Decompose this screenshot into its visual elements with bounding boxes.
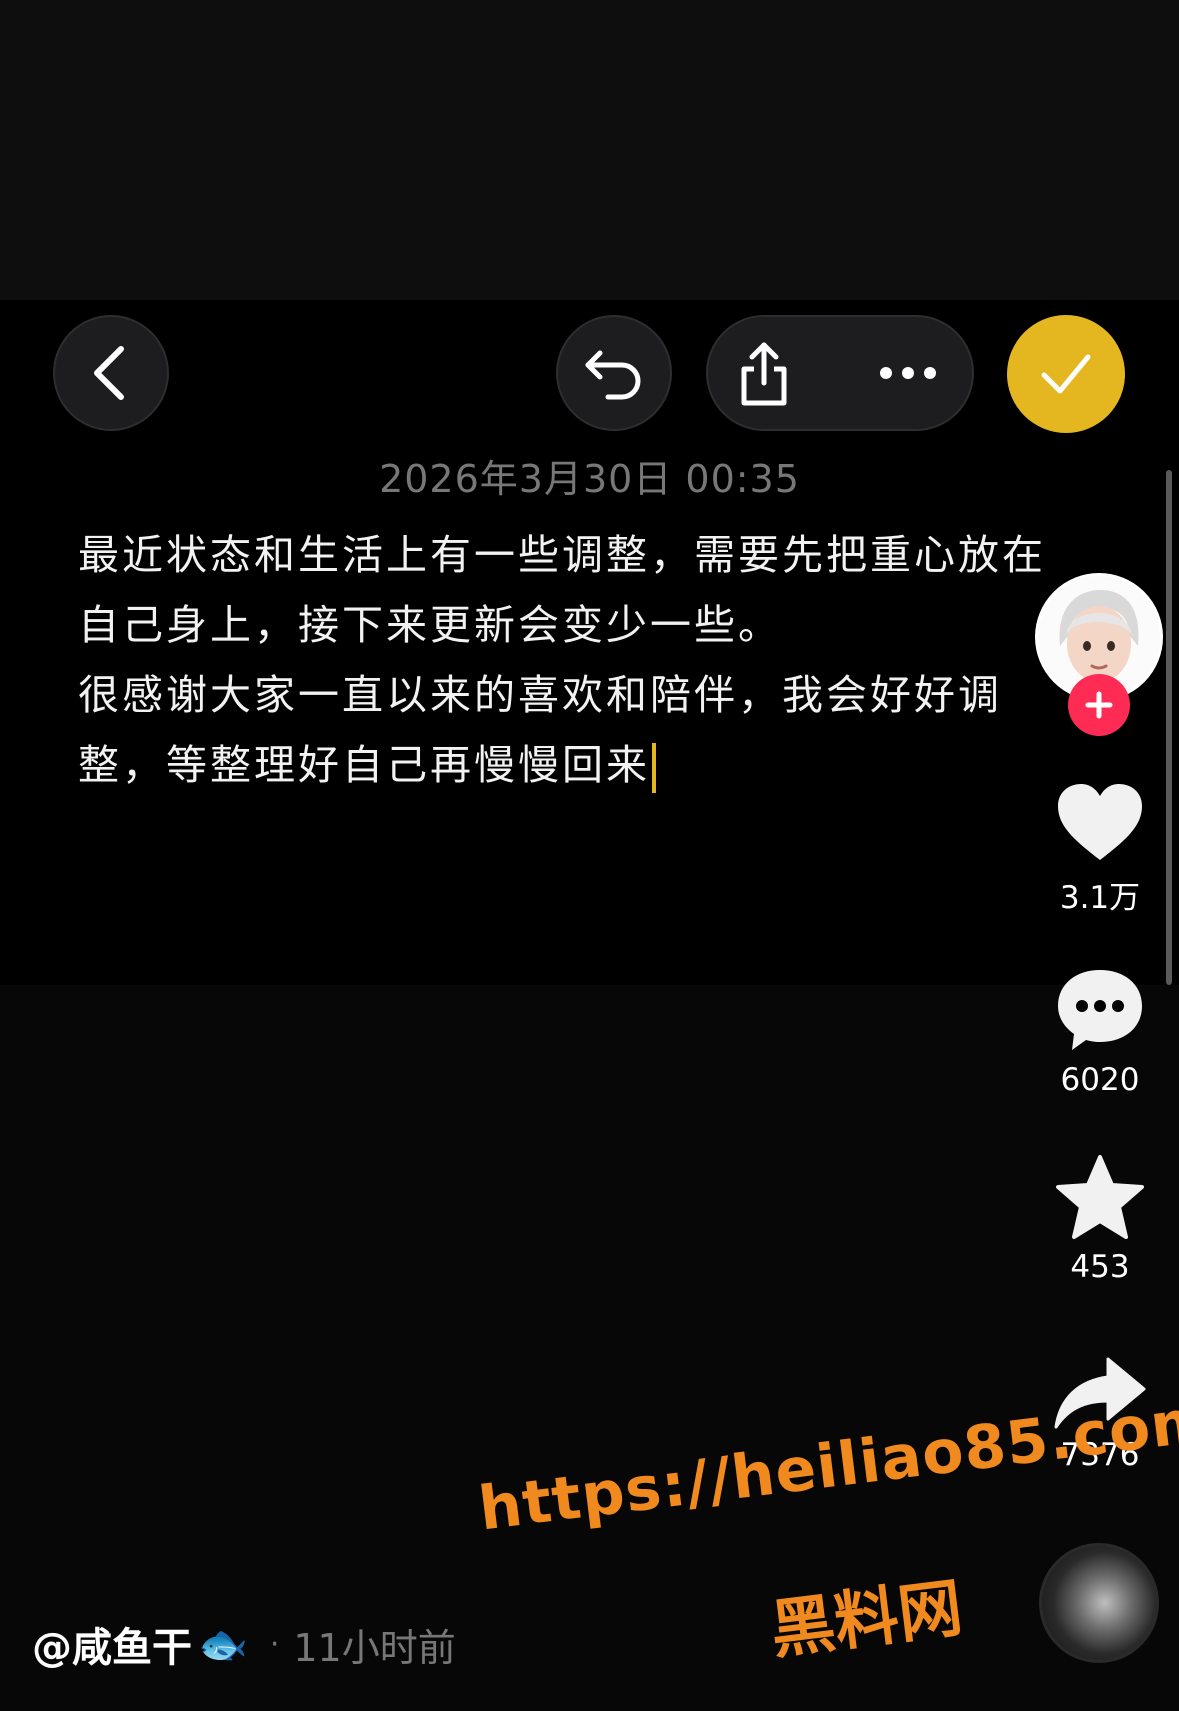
share-more-group	[706, 315, 974, 431]
note-date: 2026年3月30日 00:35	[379, 457, 800, 501]
author-line: @咸鱼干 🐟 · 11小时前	[32, 1615, 456, 1673]
author-name[interactable]: @咸鱼干	[32, 1615, 192, 1673]
fish-emoji: 🐟	[198, 1621, 248, 1668]
more-icon	[880, 367, 936, 379]
status-area	[0, 0, 1179, 300]
separator-dot: ·	[269, 1626, 280, 1662]
favorite-button[interactable]: 453	[1048, 1153, 1152, 1285]
back-icon	[94, 346, 124, 400]
undo-button[interactable]	[556, 315, 672, 431]
music-disc[interactable]	[1039, 1543, 1159, 1663]
favorite-count: 453	[1070, 1249, 1130, 1285]
comment-button[interactable]: 6020	[1048, 966, 1152, 1098]
comment-icon	[1058, 970, 1142, 1050]
more-button[interactable]	[878, 361, 938, 389]
note-line: 最近状态和生活上有一些调整，需要先把重心放在	[78, 531, 1046, 579]
undo-icon	[585, 350, 641, 400]
like-button[interactable]: 3.1万	[1048, 780, 1152, 917]
like-count: 3.1万	[1059, 880, 1141, 916]
confirm-button[interactable]	[1007, 315, 1125, 433]
watermark-text: 黑料网	[766, 1571, 967, 1669]
check-icon	[1041, 354, 1091, 394]
watermark-url: https://heiliao85.com	[475, 1384, 1179, 1545]
post-time: 11小时前	[293, 1625, 456, 1670]
text-cursor	[652, 743, 656, 793]
share-icon	[741, 342, 787, 406]
note-body[interactable]: 最近状态和生活上有一些调整，需要先把重心放在 自己身上，接下来更新会变少一些。 …	[78, 520, 1078, 800]
note-line: 很感谢大家一直以来的喜欢和陪伴，我会好好调	[78, 671, 1002, 719]
note-line: 整，等整理好自己再慢慢回来	[78, 730, 1078, 800]
scrollbar[interactable]	[1166, 470, 1172, 985]
back-button[interactable]	[53, 315, 169, 431]
share-button[interactable]	[734, 339, 794, 413]
follow-button[interactable]	[1068, 674, 1130, 736]
plus-icon	[1085, 691, 1113, 719]
note-line: 自己身上，接下来更新会变少一些。	[78, 601, 782, 649]
star-icon	[1056, 1155, 1144, 1239]
note-line-text: 整，等整理好自己再慢慢回来	[78, 741, 650, 789]
heart-icon	[1058, 784, 1142, 860]
comment-count: 6020	[1060, 1062, 1140, 1098]
